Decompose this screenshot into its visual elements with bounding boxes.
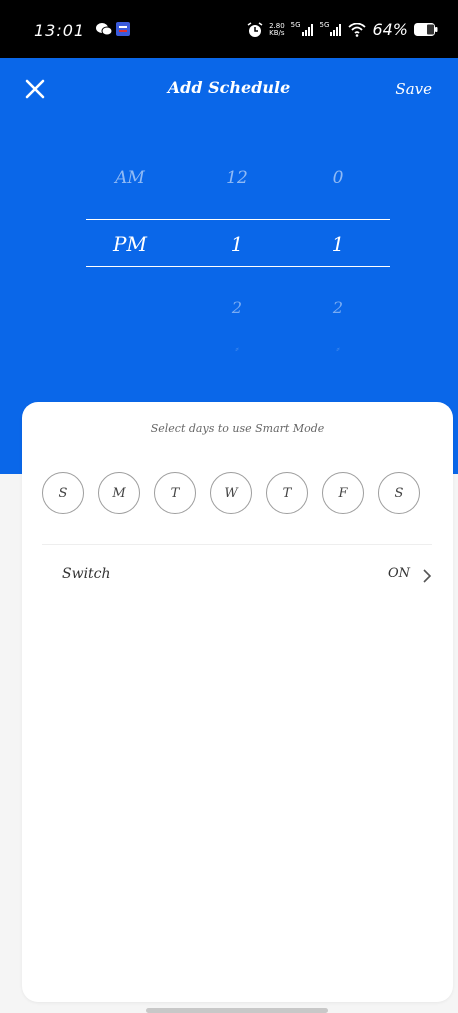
hour-above[interactable]: 12 — [197, 168, 277, 188]
day-friday[interactable]: F — [322, 472, 364, 514]
battery-icon — [414, 23, 438, 36]
network-speed: 2.80 KB/s — [269, 21, 285, 37]
wechat-icon — [96, 23, 112, 36]
wifi-icon — [348, 22, 367, 37]
alarm-icon — [247, 21, 263, 37]
day-tuesday[interactable]: T — [154, 472, 196, 514]
day-saturday[interactable]: S — [378, 472, 420, 514]
picker-divider-bottom — [86, 266, 390, 267]
notification-icons — [96, 22, 130, 36]
switch-label: Switch — [62, 566, 111, 582]
time-picker[interactable]: AM PM 12 1 2 ⸗ 0 1 2 ⸗ — [0, 160, 458, 370]
hour-selected[interactable]: 1 — [197, 232, 277, 256]
divider — [42, 544, 432, 545]
battery-percent: 64% — [372, 20, 408, 39]
picker-divider-top — [86, 219, 390, 220]
day-thursday[interactable]: T — [266, 472, 308, 514]
days-hint: Select days to use Smart Mode — [150, 422, 325, 435]
save-button[interactable]: Save — [395, 80, 432, 98]
minute-above[interactable]: 0 — [298, 168, 378, 188]
page-title: Add Schedule — [167, 78, 291, 97]
period-above[interactable]: AM — [90, 168, 170, 188]
chevron-right-icon — [423, 569, 432, 583]
period-selected[interactable]: PM — [90, 232, 170, 256]
switch-value: ON — [387, 566, 410, 581]
minute-below[interactable]: 2 — [298, 298, 378, 317]
day-wednesday[interactable]: W — [210, 472, 252, 514]
home-indicator — [146, 1008, 328, 1013]
signal-5g-2: 5G — [320, 21, 343, 36]
status-right: 2.80 KB/s 5G 5G 64% — [247, 20, 438, 39]
day-selector: S M T W T F S — [42, 472, 420, 514]
signal-5g-1: 5G — [291, 21, 314, 36]
hour-ghost: ⸗ — [235, 344, 239, 355]
minute-selected[interactable]: 1 — [298, 232, 378, 256]
schedule-card: Select days to use Smart Mode S M T W T … — [22, 402, 453, 1002]
signal-icon — [330, 23, 342, 36]
switch-row[interactable]: Switch ON — [42, 556, 432, 598]
signal-icon — [301, 23, 313, 36]
status-time: 13:01 — [34, 21, 86, 40]
day-sunday[interactable]: S — [42, 472, 84, 514]
status-bar: 13:01 2.80 KB/s 5G 5G 64% — [0, 0, 458, 58]
hour-below[interactable]: 2 — [197, 298, 277, 317]
day-monday[interactable]: M — [98, 472, 140, 514]
app-notification-icon — [116, 22, 130, 36]
minute-ghost: ⸗ — [336, 344, 340, 355]
